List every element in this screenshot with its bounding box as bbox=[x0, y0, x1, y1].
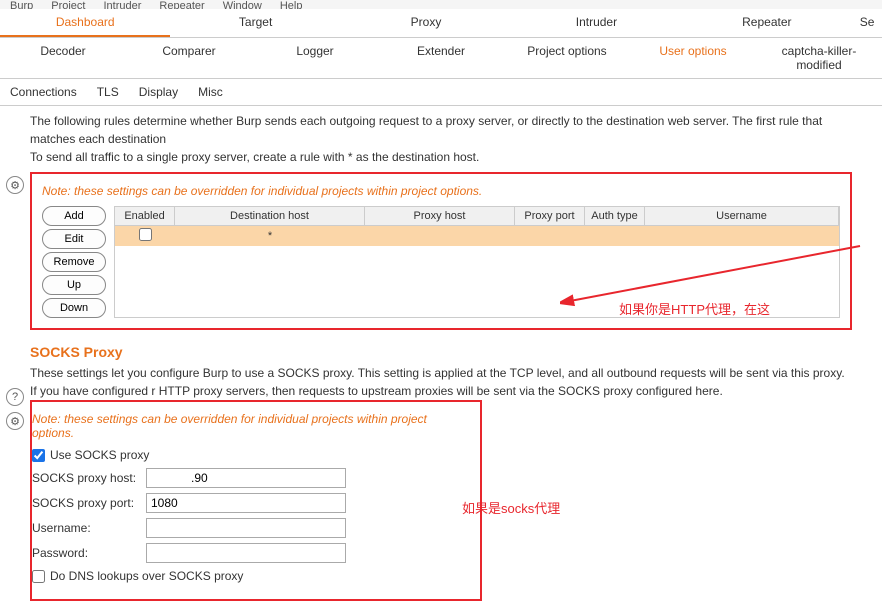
upstream-desc2: To send all traffic to a single proxy se… bbox=[30, 148, 852, 166]
menu-burp[interactable]: Burp bbox=[10, 0, 33, 9]
row-auth-type bbox=[585, 234, 645, 238]
col-dest[interactable]: Destination host bbox=[175, 207, 365, 225]
menu-window[interactable]: Window bbox=[223, 0, 262, 9]
tab-project-options[interactable]: Project options bbox=[504, 38, 630, 78]
menu-repeater[interactable]: Repeater bbox=[159, 0, 204, 9]
annotation-http: 如果你是HTTP代理，在这 bbox=[619, 299, 770, 318]
col-auth-type[interactable]: Auth type bbox=[585, 207, 645, 225]
add-button[interactable]: Add bbox=[42, 206, 106, 226]
down-button[interactable]: Down bbox=[42, 298, 106, 318]
up-button[interactable]: Up bbox=[42, 275, 106, 295]
col-proxy-host[interactable]: Proxy host bbox=[365, 207, 515, 225]
subtab-misc[interactable]: Misc bbox=[198, 85, 223, 99]
table-row[interactable]: * bbox=[115, 226, 839, 246]
help-icon[interactable]: ? bbox=[6, 388, 24, 406]
subtab-tls[interactable]: TLS bbox=[97, 85, 119, 99]
gear-icon[interactable]: ⚙ bbox=[6, 176, 24, 194]
socks-port-label: SOCKS proxy port: bbox=[32, 496, 140, 510]
socks-pass-label: Password: bbox=[32, 546, 140, 560]
tab-captcha[interactable]: captcha-killer-modified bbox=[756, 38, 882, 78]
row-enabled-checkbox[interactable] bbox=[139, 228, 152, 241]
tab-user-options[interactable]: User options bbox=[630, 38, 756, 78]
gear-icon[interactable]: ⚙ bbox=[6, 412, 24, 430]
row-username bbox=[645, 234, 839, 238]
dns-label: Do DNS lookups over SOCKS proxy bbox=[50, 569, 243, 583]
socks-redbox: Note: these settings can be overridden f… bbox=[30, 400, 482, 601]
tab-proxy[interactable]: Proxy bbox=[341, 9, 511, 37]
menu-project[interactable]: Project bbox=[51, 0, 85, 9]
menu-intruder[interactable]: Intruder bbox=[104, 0, 142, 9]
menu-help[interactable]: Help bbox=[280, 0, 303, 9]
tab-se[interactable]: Se bbox=[852, 9, 882, 37]
upstream-desc1: The following rules determine whether Bu… bbox=[30, 112, 852, 148]
use-socks-label: Use SOCKS proxy bbox=[50, 448, 149, 462]
socks-desc: These settings let you configure Burp to… bbox=[30, 364, 852, 400]
row-dest: * bbox=[175, 228, 365, 244]
socks-pass-input[interactable] bbox=[146, 543, 346, 563]
col-proxy-port[interactable]: Proxy port bbox=[515, 207, 585, 225]
row-proxy-host bbox=[365, 234, 515, 238]
subtab-connections[interactable]: Connections bbox=[10, 85, 77, 99]
row-proxy-port bbox=[515, 234, 585, 238]
tab-dashboard[interactable]: Dashboard bbox=[0, 9, 170, 37]
socks-port-input[interactable] bbox=[146, 493, 346, 513]
tab-decoder[interactable]: Decoder bbox=[0, 38, 126, 78]
col-enabled[interactable]: Enabled bbox=[115, 207, 175, 225]
annotation-socks: 如果是socks代理 bbox=[462, 498, 560, 517]
socks-host-label: SOCKS proxy host: bbox=[32, 471, 140, 485]
upstream-note: Note: these settings can be overridden f… bbox=[42, 184, 840, 198]
remove-button[interactable]: Remove bbox=[42, 252, 106, 272]
subtab-display[interactable]: Display bbox=[139, 85, 178, 99]
edit-button[interactable]: Edit bbox=[42, 229, 106, 249]
tab-extender[interactable]: Extender bbox=[378, 38, 504, 78]
socks-user-label: Username: bbox=[32, 521, 140, 535]
tab-logger[interactable]: Logger bbox=[252, 38, 378, 78]
tab-target[interactable]: Target bbox=[170, 9, 340, 37]
tab-repeater[interactable]: Repeater bbox=[682, 9, 852, 37]
use-socks-checkbox[interactable] bbox=[32, 449, 45, 462]
tab-intruder[interactable]: Intruder bbox=[511, 9, 681, 37]
socks-user-input[interactable] bbox=[146, 518, 346, 538]
dns-checkbox[interactable] bbox=[32, 570, 45, 583]
col-username[interactable]: Username bbox=[645, 207, 839, 225]
socks-title: SOCKS Proxy bbox=[30, 344, 852, 360]
socks-note: Note: these settings can be overridden f… bbox=[32, 412, 470, 440]
tab-comparer[interactable]: Comparer bbox=[126, 38, 252, 78]
upstream-redbox: Note: these settings can be overridden f… bbox=[30, 172, 852, 330]
socks-host-input[interactable] bbox=[146, 468, 346, 488]
